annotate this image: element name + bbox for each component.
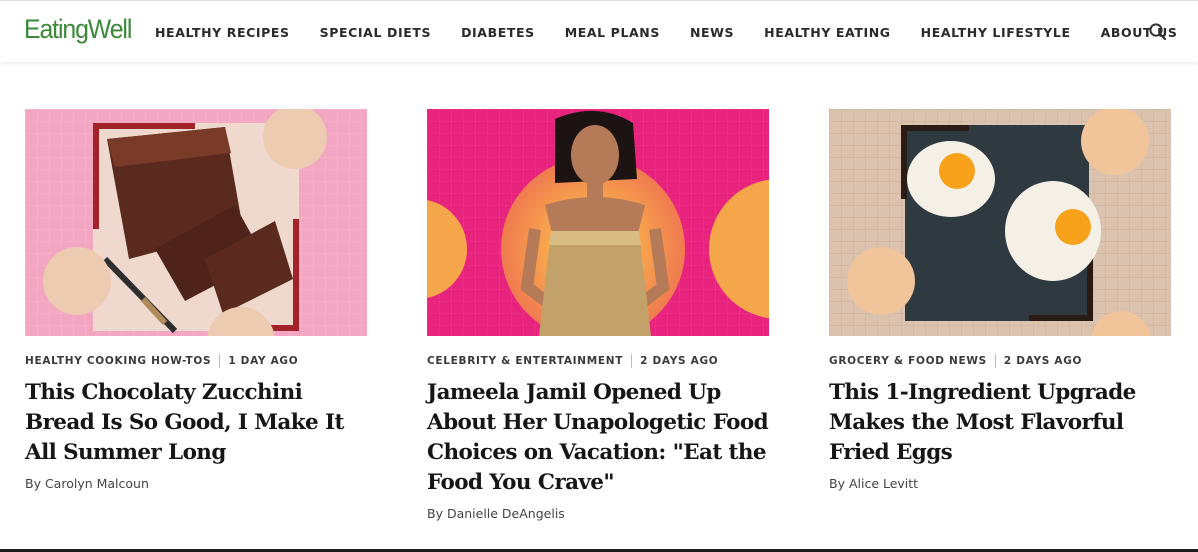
meta-divider bbox=[631, 354, 633, 368]
search-button[interactable] bbox=[1148, 22, 1168, 42]
nav-special-diets[interactable]: SPECIAL DIETS bbox=[320, 25, 431, 40]
nav-healthy-recipes[interactable]: HEALTHY RECIPES bbox=[155, 25, 290, 40]
article-category[interactable]: HEALTHY COOKING HOW-TOS bbox=[25, 355, 211, 367]
article-category[interactable]: CELEBRITY & ENTERTAINMENT bbox=[427, 355, 623, 367]
article-title[interactable]: Jameela Jamil Opened Up About Her Unapol… bbox=[427, 378, 777, 498]
article-byline: By Danielle DeAngelis bbox=[427, 506, 565, 521]
article-image[interactable] bbox=[25, 109, 367, 336]
article-image[interactable] bbox=[829, 109, 1171, 336]
article-byline: By Carolyn Malcoun bbox=[25, 476, 149, 491]
article-title[interactable]: This Chocolaty Zucchini Bread Is So Good… bbox=[25, 378, 375, 468]
nav-healthy-lifestyle[interactable]: HEALTHY LIFESTYLE bbox=[921, 25, 1071, 40]
article-meta: CELEBRITY & ENTERTAINMENT 2 DAYS AGO bbox=[427, 354, 769, 368]
meta-divider bbox=[994, 354, 996, 368]
article-byline: By Alice Levitt bbox=[829, 476, 919, 491]
search-icon bbox=[1149, 23, 1167, 41]
article-card[interactable]: HEALTHY COOKING HOW-TOS 1 DAY AGO This C… bbox=[25, 109, 367, 491]
article-title[interactable]: This 1-Ingredient Upgrade Makes the Most… bbox=[829, 378, 1179, 468]
nav-news[interactable]: NEWS bbox=[690, 25, 734, 40]
meta-divider bbox=[219, 354, 221, 368]
main-nav: HEALTHY RECIPES SPECIAL DIETS DIABETES M… bbox=[155, 25, 1198, 40]
article-time: 2 DAYS AGO bbox=[640, 355, 719, 367]
nav-diabetes[interactable]: DIABETES bbox=[461, 25, 535, 40]
article-time: 1 DAY AGO bbox=[228, 355, 299, 367]
article-meta: HEALTHY COOKING HOW-TOS 1 DAY AGO bbox=[25, 354, 367, 368]
eatingwell-logo[interactable]: EatingWell bbox=[24, 14, 132, 45]
site-header: EatingWell HEALTHY RECIPES SPECIAL DIETS… bbox=[0, 0, 1198, 62]
article-image[interactable] bbox=[427, 109, 769, 336]
nav-healthy-eating[interactable]: HEALTHY EATING bbox=[764, 25, 891, 40]
article-card[interactable]: CELEBRITY & ENTERTAINMENT 2 DAYS AGO Jam… bbox=[427, 109, 769, 521]
article-meta: GROCERY & FOOD NEWS 2 DAYS AGO bbox=[829, 354, 1171, 368]
nav-meal-plans[interactable]: MEAL PLANS bbox=[565, 25, 660, 40]
article-time: 2 DAYS AGO bbox=[1003, 355, 1083, 367]
article-card[interactable]: GROCERY & FOOD NEWS 2 DAYS AGO This 1-In… bbox=[829, 109, 1171, 491]
article-category[interactable]: GROCERY & FOOD NEWS bbox=[829, 355, 987, 367]
